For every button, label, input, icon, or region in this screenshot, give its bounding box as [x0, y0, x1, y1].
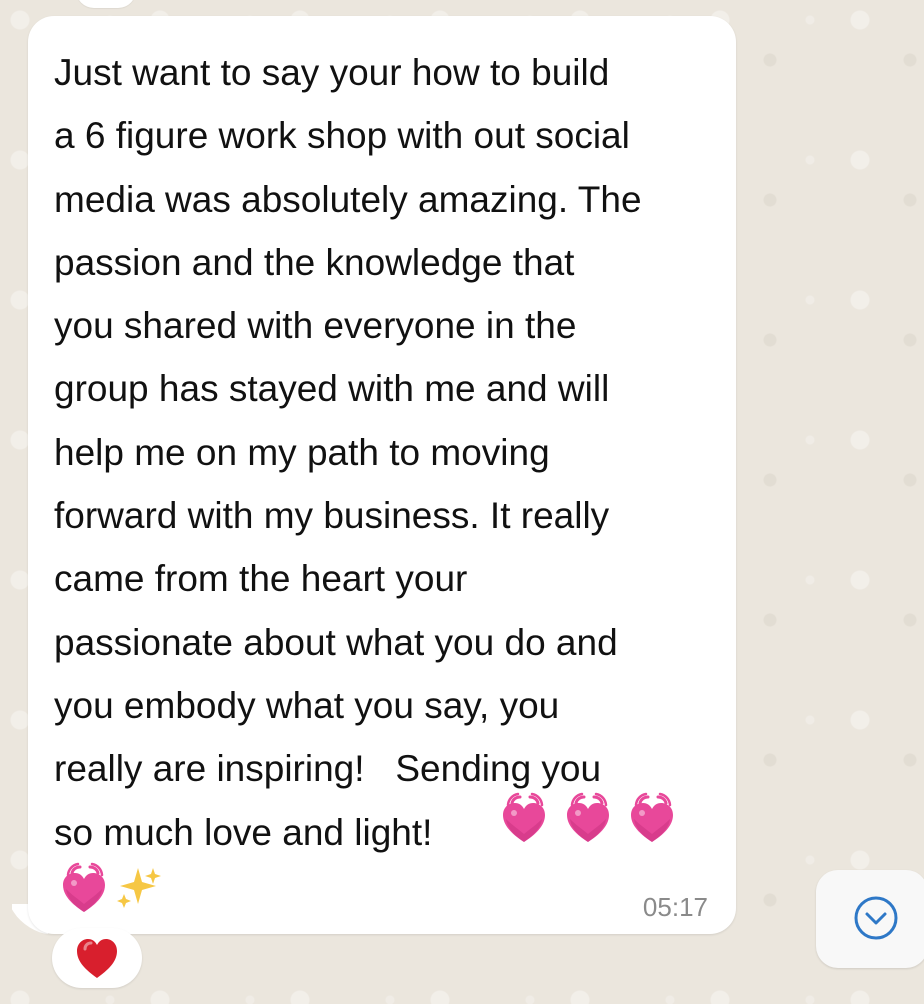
growing-heart-emoji: [63, 862, 105, 912]
growing-heart-emoji: [631, 792, 673, 842]
message-reaction[interactable]: [52, 928, 142, 988]
message-text: Just want to say your how to build a 6 f…: [54, 52, 642, 853]
scroll-to-bottom-button[interactable]: [816, 870, 924, 968]
growing-heart-emoji: [503, 792, 545, 842]
sparkles-emoji: [117, 868, 161, 908]
message-timestamp: 05:17: [642, 892, 708, 922]
incoming-message[interactable]: Just want to say your how to build a 6 f…: [28, 16, 736, 934]
red-heart-emoji: [77, 939, 117, 978]
growing-heart-emoji: [567, 792, 609, 842]
chevron-down-icon: [854, 896, 898, 940]
